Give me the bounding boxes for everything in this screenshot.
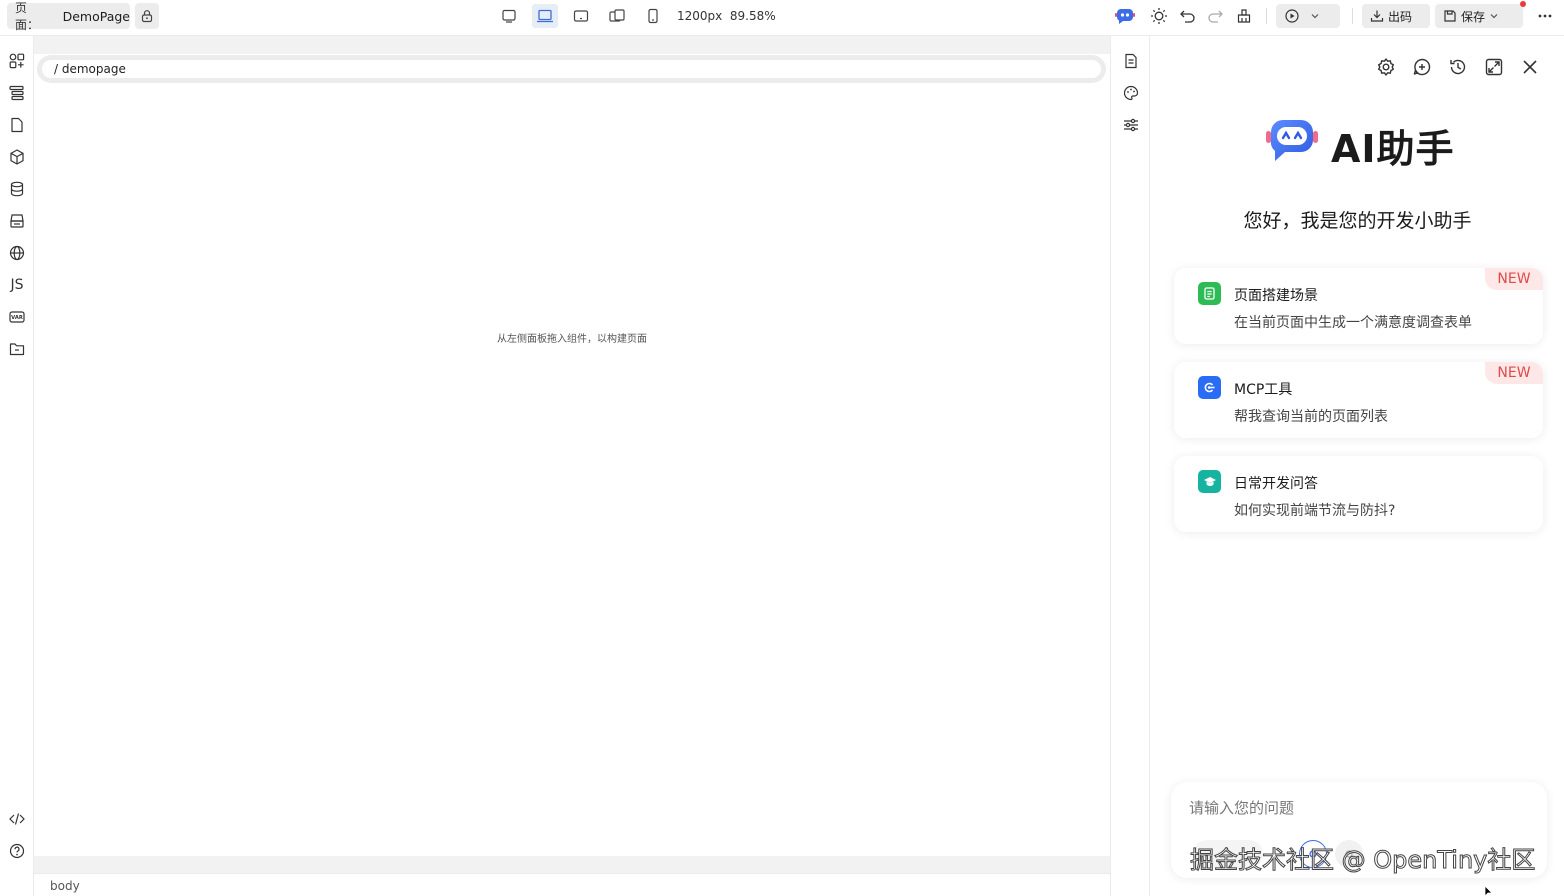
preview-play-icon <box>1284 8 1300 24</box>
datasource-icon[interactable] <box>4 176 30 202</box>
mobile-icon[interactable] <box>640 4 666 28</box>
svg-text:VAR: VAR <box>11 315 23 321</box>
unsaved-indicator-dot <box>1520 1 1526 7</box>
tablet-icon[interactable] <box>604 4 630 28</box>
js-icon[interactable]: JS <box>4 272 30 298</box>
code-icon[interactable] <box>4 806 30 832</box>
outline-tree-icon[interactable] <box>4 80 30 106</box>
new-badge: NEW <box>1485 268 1543 290</box>
canvas-area: / demopage 从左侧面板拖入组件，以构建页面 <box>34 36 1110 896</box>
graduation-cap-icon <box>1198 470 1221 493</box>
new-badge: NEW <box>1485 362 1543 384</box>
right-sidebar <box>1110 36 1150 896</box>
folder-icon[interactable] <box>4 336 30 362</box>
ai-title: AI助手 <box>1331 127 1455 171</box>
page-icon[interactable] <box>4 112 30 138</box>
status-path-bar: body <box>34 873 1110 896</box>
document-list-icon <box>1198 282 1221 305</box>
chevron-down-icon <box>1489 11 1499 21</box>
preview-button[interactable] <box>1276 4 1340 28</box>
suggestion-card-page-build[interactable]: 页面搭建场景 在当前页面中生成一个满意度调查表单 NEW <box>1174 268 1543 344</box>
chevron-down-icon <box>1310 11 1320 21</box>
style-palette-icon[interactable] <box>1118 80 1144 106</box>
ai-logo-icon <box>1265 116 1319 164</box>
settings-icon[interactable] <box>1373 54 1399 80</box>
canvas-size-display[interactable]: 1200px 89.58% <box>677 9 776 23</box>
redo-icon[interactable] <box>1202 4 1228 28</box>
more-icon[interactable] <box>1532 4 1558 28</box>
card-title: 页面搭建场景 <box>1234 288 1318 304</box>
ai-greeting: 您好，我是您的开发小助手 <box>1243 210 1472 232</box>
site-watermark: 掘金技术社区 @ OpenTiny社区 <box>1189 846 1536 875</box>
ai-robot-icon[interactable] <box>1112 4 1138 28</box>
card-desc: 如何实现前端节流与防抖? <box>1234 503 1396 519</box>
page-selector-value: DemoPage <box>62 8 130 24</box>
laptop-icon[interactable] <box>532 4 558 28</box>
clean-icon[interactable] <box>1231 4 1257 28</box>
toolbar-divider <box>1266 8 1267 24</box>
toolbar-divider <box>1352 8 1353 24</box>
card-desc: 在当前页面中生成一个满意度调查表单 <box>1234 315 1472 331</box>
theme-sun-icon[interactable] <box>1146 4 1172 28</box>
canvas-breadcrumb[interactable]: / demopage <box>42 60 1101 78</box>
canvas-width: 1200px <box>677 9 723 23</box>
components-icon[interactable] <box>4 48 30 74</box>
download-icon <box>1370 9 1384 23</box>
mouse-cursor-icon <box>1484 886 1494 896</box>
mcp-plug-icon <box>1198 376 1221 399</box>
top-toolbar: 页面： DemoPage 1200px 89.58% 出码 保存 <box>0 0 1564 36</box>
suggestion-card-dev-qa[interactable]: 日常开发问答 如何实现前端节流与防抖? <box>1174 456 1543 532</box>
lock-icon[interactable] <box>135 3 159 29</box>
block-icon[interactable] <box>4 144 30 170</box>
suggestion-card-mcp-tools[interactable]: MCP工具 帮我查询当前的页面列表 NEW <box>1174 362 1543 438</box>
save-button[interactable]: 保存 <box>1435 4 1523 28</box>
i18n-globe-icon[interactable] <box>4 240 30 266</box>
export-code-label: 出码 <box>1388 9 1413 24</box>
bridge-icon[interactable] <box>4 208 30 234</box>
history-icon[interactable] <box>1445 54 1471 80</box>
new-chat-icon[interactable] <box>1409 54 1435 80</box>
canvas-empty-hint: 从左侧面板拖入组件，以构建页面 <box>497 334 647 345</box>
zoom-level: 89.58% <box>729 9 776 23</box>
card-title: 日常开发问答 <box>1234 476 1318 492</box>
card-desc: 帮我查询当前的页面列表 <box>1234 409 1388 425</box>
export-code-button[interactable]: 出码 <box>1362 4 1430 28</box>
ai-assistant-panel: AI助手 您好，我是您的开发小助手 页面搭建场景 在当前页面中生成一个满意度调查… <box>1151 36 1564 896</box>
page-selector[interactable]: 页面： DemoPage <box>7 1 130 32</box>
canvas-page[interactable]: / demopage 从左侧面板拖入组件，以构建页面 <box>34 54 1110 856</box>
variable-icon[interactable]: VAR <box>4 304 30 330</box>
tablet-landscape-icon[interactable] <box>568 4 594 28</box>
save-icon <box>1443 9 1457 23</box>
left-sidebar: JS VAR <box>0 36 34 896</box>
advanced-settings-icon[interactable] <box>1118 112 1144 138</box>
chat-input[interactable] <box>1189 796 1519 820</box>
desktop-icon[interactable] <box>496 4 522 28</box>
page-selector-label: 页面： <box>15 1 40 32</box>
undo-icon[interactable] <box>1175 4 1201 28</box>
save-label: 保存 <box>1461 9 1486 24</box>
fullscreen-icon[interactable] <box>1481 54 1507 80</box>
properties-icon[interactable] <box>1118 48 1144 74</box>
help-icon[interactable] <box>4 838 30 864</box>
card-title: MCP工具 <box>1234 382 1293 398</box>
status-path-body[interactable]: body <box>50 879 80 893</box>
close-icon[interactable] <box>1517 54 1543 80</box>
